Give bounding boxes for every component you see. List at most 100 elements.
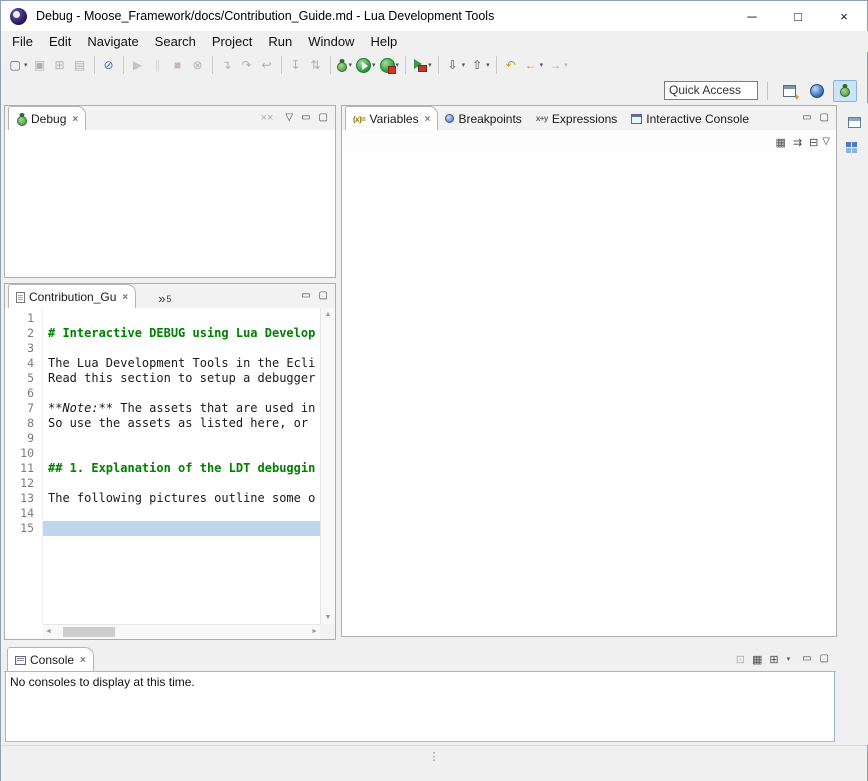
coverage-button[interactable]: ▾ — [378, 54, 402, 76]
code-text: The following pictures outline some o — [48, 491, 315, 505]
scroll-right-icon[interactable]: ► — [311, 625, 318, 639]
minimize-icon[interactable]: ▭ — [301, 291, 310, 301]
menu-file[interactable]: File — [4, 32, 41, 51]
new-wizard-button[interactable]: ▢▾ — [5, 54, 30, 76]
maximize-icon[interactable]: ▢ — [319, 113, 328, 123]
previous-annotation-icon: ⇧ — [469, 57, 485, 73]
maximize-icon[interactable]: ▢ — [319, 291, 328, 301]
drop-to-frame-button: ↧ — [286, 54, 306, 76]
perspective-bar — [777, 80, 857, 102]
open-perspective-button[interactable] — [777, 80, 801, 102]
maximize-icon[interactable]: ▢ — [820, 654, 829, 664]
drop-to-frame-icon: ↧ — [288, 57, 304, 73]
tab-console[interactable]: Console × — [7, 647, 94, 672]
code-text-area[interactable]: # Interactive DEBUG using Lua Develop The… — [43, 308, 320, 624]
show-type-names-icon[interactable]: ▦ — [775, 136, 785, 149]
code-line: # Interactive DEBUG using Lua Develop — [43, 326, 320, 341]
tab-interactive-console[interactable]: Interactive Console — [624, 107, 756, 130]
view-menu-icon[interactable]: ▽ — [822, 137, 830, 147]
minimize-icon[interactable]: ▭ — [301, 113, 310, 123]
debug-perspective-button[interactable] — [833, 80, 857, 102]
scroll-down-icon[interactable]: ▼ — [321, 611, 335, 624]
restore-view-button-1[interactable] — [845, 112, 865, 132]
line-number: 12 — [5, 476, 42, 491]
editor-tab-overflow[interactable]: » 5 — [158, 294, 171, 308]
scrollbar-corner — [320, 624, 335, 639]
line-number: 15 — [5, 521, 42, 536]
collapse-all-icon[interactable]: ⊟ — [809, 136, 818, 149]
dropdown-arrow-icon[interactable]: ▾ — [24, 61, 28, 69]
dropdown-arrow-icon[interactable]: ▾ — [540, 61, 544, 69]
toolbar-separator — [405, 56, 406, 74]
next-annotation-button[interactable]: ⇩▾ — [443, 54, 468, 76]
run-icon — [356, 58, 371, 73]
show-logical-structures-icon[interactable]: ⇉ — [793, 136, 802, 149]
dropdown-arrow-icon[interactable]: ▾ — [787, 655, 791, 663]
tab-variables[interactable]: (x)=Variables× — [345, 106, 438, 131]
debug-button[interactable]: ▾ — [335, 54, 355, 76]
close-icon[interactable]: × — [122, 292, 128, 303]
menu-search[interactable]: Search — [147, 32, 204, 51]
external-tools-button[interactable]: ▾ — [410, 54, 434, 76]
dropdown-arrow-icon[interactable]: ▾ — [462, 61, 466, 69]
line-number: 11 — [5, 461, 42, 476]
close-icon[interactable]: × — [425, 114, 431, 125]
quick-access-box[interactable]: Quick Access — [664, 81, 758, 100]
tab-debug[interactable]: Debug × — [8, 106, 86, 131]
console-view-toolbar: ⊡ ▦ ⊞ ▾ — [736, 653, 790, 666]
bug-icon — [16, 113, 27, 126]
last-edit-location-button[interactable]: ↶ — [501, 54, 521, 76]
dropdown-arrow-icon[interactable]: ▾ — [349, 61, 353, 69]
menu-run[interactable]: Run — [260, 32, 300, 51]
scroll-left-icon[interactable]: ◄ — [45, 625, 52, 639]
tab-breakpoints[interactable]: Breakpoints — [438, 107, 528, 130]
menu-window[interactable]: Window — [300, 32, 362, 51]
tab-label: Variables — [369, 112, 418, 126]
toolbar-separator — [438, 56, 439, 74]
vertical-scrollbar[interactable]: ▲ ▼ — [320, 308, 335, 624]
line-number: 5 — [5, 371, 42, 386]
menu-edit[interactable]: Edit — [41, 32, 79, 51]
window-close-button[interactable]: × — [821, 1, 867, 31]
editor-view: Contribution_Gu × » 5 ▭ ▢ 12345678910111… — [4, 283, 336, 640]
dropdown-arrow-icon[interactable]: ▾ — [372, 61, 376, 69]
console-view-controls: ⊡ ▦ ⊞ ▾ ▭ ▢ — [736, 647, 836, 671]
dropdown-arrow-icon[interactable]: ▾ — [486, 61, 490, 69]
line-number: 9 — [5, 431, 42, 446]
scrollbar-thumb[interactable] — [63, 627, 115, 637]
maximize-icon[interactable]: ▢ — [820, 113, 829, 123]
pin-console-icon: ⊡ — [736, 653, 745, 666]
editor-area[interactable]: 123456789101112131415 # Interactive DEBU… — [5, 308, 335, 639]
close-icon[interactable]: × — [80, 655, 86, 666]
line-number: 1 — [5, 311, 42, 326]
close-icon[interactable]: × — [72, 114, 78, 125]
horizontal-scrollbar[interactable]: ◄ ► — [43, 624, 320, 639]
drag-grip-icon[interactable]: ⋮ — [429, 750, 440, 763]
minimize-icon[interactable]: ▭ — [802, 654, 811, 664]
dropdown-arrow-icon[interactable]: ▾ — [396, 61, 400, 69]
dropdown-arrow-icon[interactable]: ▾ — [564, 61, 568, 69]
window-minimize-button[interactable]: ─ — [729, 1, 775, 31]
code-line — [43, 506, 320, 521]
display-selected-console-icon[interactable]: ▦ — [752, 653, 762, 666]
menu-project[interactable]: Project — [204, 32, 260, 51]
skip-all-breakpoints-button[interactable]: ⊘ — [99, 54, 119, 76]
view-menu-icon[interactable]: ▽ — [285, 113, 293, 123]
scroll-up-icon[interactable]: ▲ — [321, 308, 335, 321]
print-button: ▤ — [70, 54, 90, 76]
lua-perspective-button[interactable] — [805, 80, 829, 102]
tab-expressions[interactable]: x+yExpressions — [529, 107, 624, 130]
window-maximize-button[interactable]: □ — [775, 1, 821, 31]
minimize-icon[interactable]: ▭ — [802, 113, 811, 123]
toolbar-separator — [212, 56, 213, 74]
back-button[interactable]: ←▾ — [521, 54, 546, 76]
open-console-icon[interactable]: ⊞ — [769, 653, 778, 666]
menu-help[interactable]: Help — [362, 32, 405, 51]
dropdown-arrow-icon[interactable]: ▾ — [428, 61, 432, 69]
previous-annotation-button[interactable]: ⇧▾ — [467, 54, 492, 76]
run-button[interactable]: ▾ — [354, 54, 378, 76]
restore-view-button-2[interactable] — [845, 140, 865, 160]
tab-contribution-guide[interactable]: Contribution_Gu × — [8, 284, 136, 309]
menu-navigate[interactable]: Navigate — [79, 32, 146, 51]
code-line — [43, 341, 320, 356]
